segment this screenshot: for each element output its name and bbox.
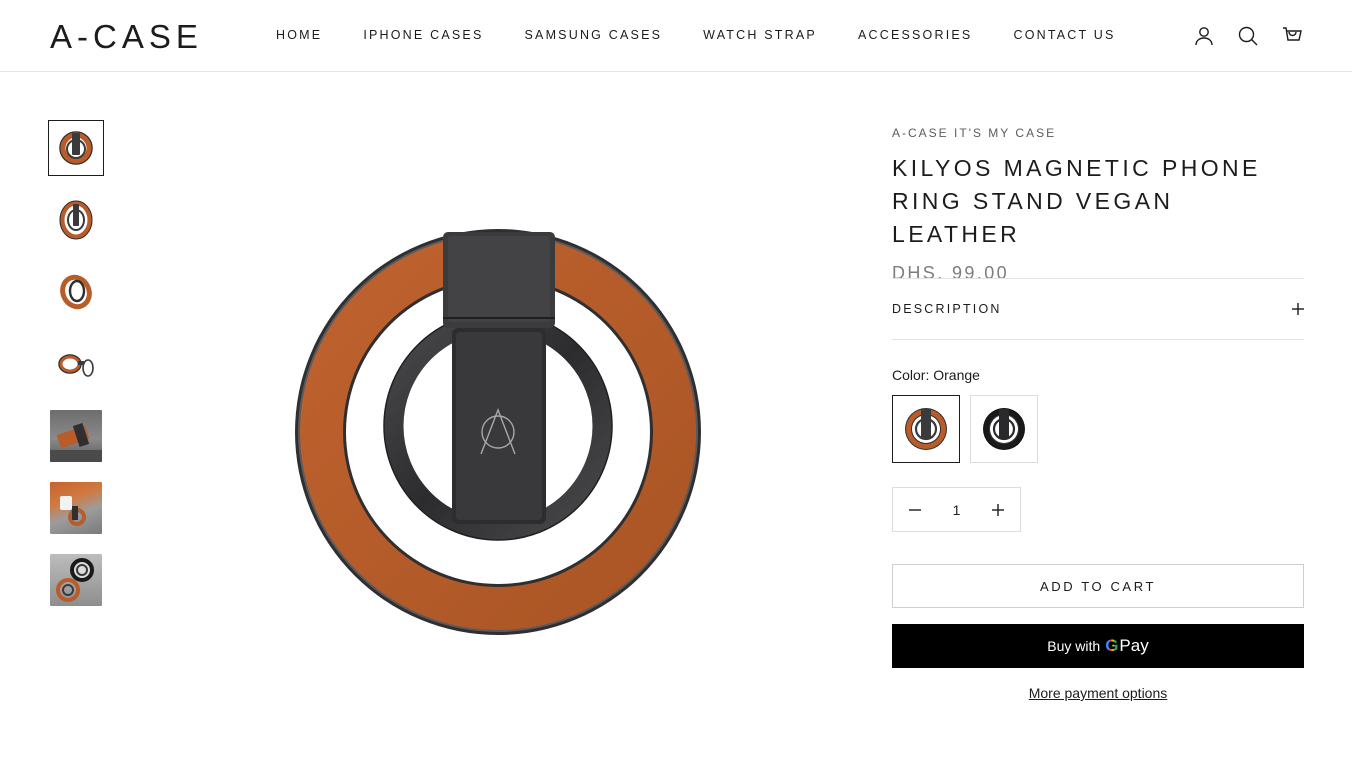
description-label: DESCRIPTION — [892, 302, 1002, 316]
thumbnail-6[interactable] — [48, 480, 104, 536]
quantity-decrease-button[interactable] — [893, 488, 937, 531]
main-nav: HOME IPHONE CASES SAMSUNG CASES WATCH ST… — [276, 28, 1157, 42]
thumbnail-7[interactable] — [48, 552, 104, 608]
nav-iphone-cases[interactable]: IPHONE CASES — [363, 28, 483, 42]
main-product-image[interactable] — [280, 220, 720, 650]
buy-with-gpay-button[interactable]: Buy with G Pay — [892, 624, 1304, 668]
color-selector-label: Color: Orange — [892, 367, 980, 383]
lifestyle-stand-photo-icon — [50, 410, 102, 462]
orange-ring-tilted-icon — [60, 274, 92, 310]
nav-accessories[interactable]: ACCESSORIES — [858, 28, 973, 42]
black-ring-swatch-icon — [983, 408, 1025, 450]
quantity-stepper: 1 — [892, 487, 1021, 532]
google-g-icon: G — [1105, 636, 1119, 655]
gpay-word: Pay — [1119, 636, 1149, 655]
account-icon[interactable] — [1192, 24, 1216, 48]
thumbnail-3[interactable] — [48, 264, 104, 320]
orange-ring-swatch-icon — [905, 408, 947, 450]
nav-home[interactable]: HOME — [276, 28, 322, 42]
nav-watch-strap[interactable]: WATCH STRAP — [703, 28, 817, 42]
nav-contact-us[interactable]: CONTACT US — [1013, 28, 1115, 42]
plus-icon — [992, 503, 1004, 516]
product-vendor[interactable]: A-CASE IT'S MY CASE — [892, 126, 1304, 140]
header-actions — [1192, 24, 1304, 48]
thumbnail-5[interactable] — [48, 408, 104, 464]
color-label: Color: — [892, 367, 930, 383]
orange-ring-thumbnail-icon — [59, 131, 93, 165]
minus-icon — [909, 508, 921, 511]
swatch-orange[interactable] — [892, 395, 960, 463]
quantity-increase-button[interactable] — [976, 488, 1020, 531]
product-info: A-CASE IT'S MY CASE KILYOS MAGNETIC PHON… — [892, 120, 1304, 701]
lifestyle-hand-photo-icon — [50, 482, 102, 534]
more-payment-options-link[interactable]: More payment options — [892, 685, 1304, 701]
color-swatches — [892, 395, 1038, 463]
color-value: Orange — [933, 367, 980, 383]
orange-ring-angle-icon — [59, 200, 93, 240]
gpay-prefix: Buy with — [1047, 638, 1101, 654]
magnetic-ring-stand-image — [295, 229, 701, 635]
description-accordion[interactable]: DESCRIPTION — [892, 278, 1304, 340]
black-and-orange-rings-photo-icon — [50, 554, 102, 606]
site-logo[interactable]: A-CASE — [50, 18, 203, 56]
thumbnail-1[interactable] — [48, 120, 104, 176]
plus-icon — [1292, 303, 1304, 315]
thumbnail-list — [48, 120, 104, 624]
site-header: A-CASE HOME IPHONE CASES SAMSUNG CASES W… — [0, 0, 1352, 72]
thumbnail-2[interactable] — [48, 192, 104, 248]
search-icon[interactable] — [1236, 24, 1260, 48]
quantity-value[interactable]: 1 — [942, 502, 972, 518]
thumbnail-4[interactable] — [48, 336, 104, 392]
nav-samsung-cases[interactable]: SAMSUNG CASES — [525, 28, 663, 42]
cart-icon[interactable] — [1280, 24, 1304, 48]
product-title: KILYOS MAGNETIC PHONE RING STAND VEGAN L… — [892, 155, 1261, 247]
add-to-cart-button[interactable]: ADD TO CART — [892, 564, 1304, 608]
ring-side-icon — [58, 354, 94, 377]
swatch-black[interactable] — [970, 395, 1038, 463]
